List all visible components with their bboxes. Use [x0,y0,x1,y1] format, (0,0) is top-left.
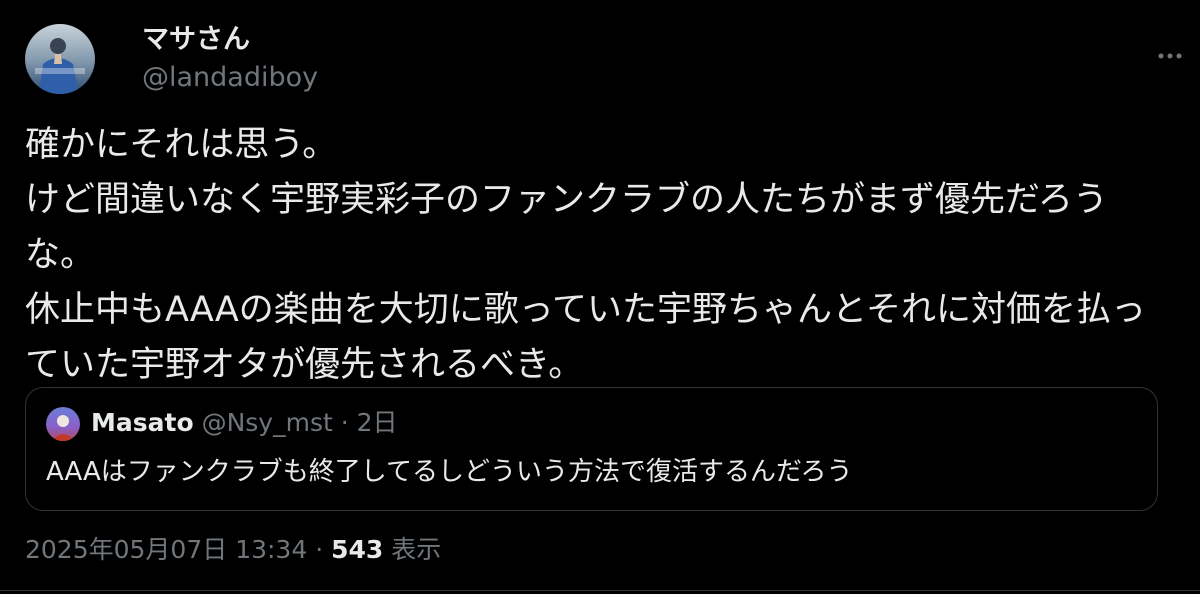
tweet-meta: 2025年05月07日 13:34 · 543 表示 [25,530,441,570]
quoted-tweet-header: Masato @Nsy_mst · 2日 [91,405,398,441]
quoted-timestamp: 2日 [356,408,398,437]
quoted-tweet-text: AAAはファンクラブも終了してるしどういう方法で復活するんだろう [46,457,853,487]
divider [0,590,1200,591]
quoted-tweet[interactable]: Masato @Nsy_mst · 2日 AAAはファンクラブも終了してるしどう… [25,387,1158,511]
tweet-timestamp[interactable]: 2025年05月07日 13:34 [25,535,307,564]
quoted-author-name: Masato [91,408,194,437]
more-horizontal-icon [1158,44,1182,63]
views-count: 543 [331,535,384,564]
quoted-author-avatar [46,407,80,441]
tweet-text: 確かにそれは思う。 けど間違いなく宇野実彩子のファンクラブの人たちがまず優先だろ… [25,125,1146,385]
tweet: マサさん @landadiboy 確かにそれは思う。 けど間違いなく宇野実彩子の… [0,0,1200,594]
quoted-separator: · [340,408,349,437]
author-display-name[interactable]: マサさん [142,22,250,58]
views-label: 表示 [391,535,442,564]
quoted-author-handle: @Nsy_mst [201,408,333,437]
author-avatar[interactable] [25,24,95,94]
meta-separator: · [315,535,324,564]
author-handle[interactable]: @landadiboy [142,61,318,95]
more-button[interactable] [1152,38,1188,68]
